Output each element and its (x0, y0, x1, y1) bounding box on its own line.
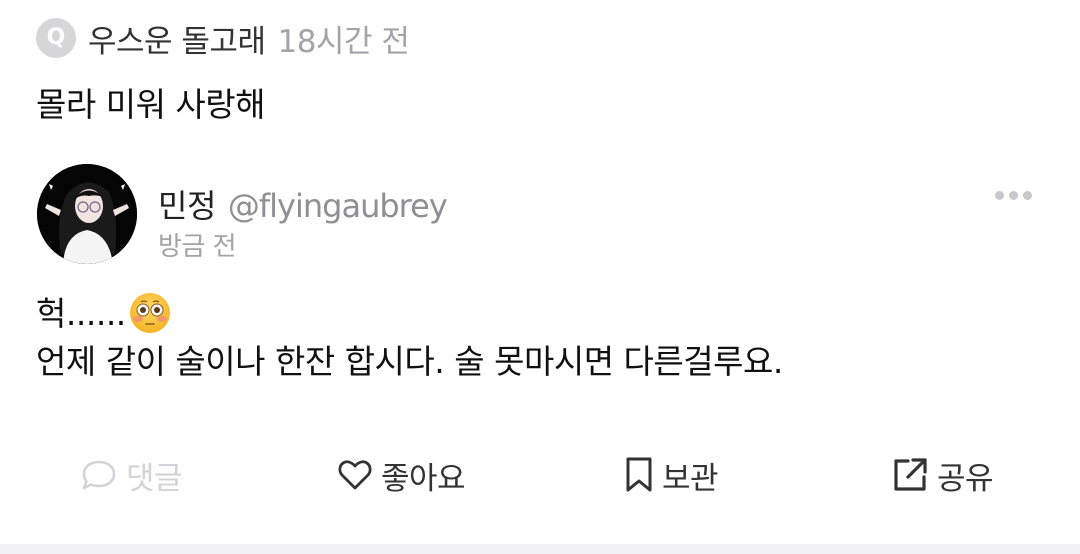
question-time: 18시간 전 (277, 23, 410, 60)
more-icon (1022, 190, 1032, 200)
more-icon (1008, 190, 1018, 200)
answer-line-2: 언제 같이 술이나 한잔 합시다. 술 못마시면 다른걸루요. (36, 342, 783, 381)
share-label: 공유 (937, 460, 994, 497)
comment-icon (82, 460, 116, 490)
share-icon (894, 458, 927, 491)
user-name[interactable]: 민정 (158, 181, 216, 227)
answer-line-1: 헉...... (36, 290, 783, 338)
question-badge-icon: Q (36, 18, 76, 58)
comment-button[interactable]: 댓글 (80, 447, 183, 503)
more-icon (994, 190, 1004, 200)
avatar[interactable] (37, 164, 137, 264)
like-button[interactable]: 좋아요 (337, 447, 466, 503)
answer-time: 방금 전 (158, 232, 237, 262)
save-label: 보관 (662, 460, 719, 497)
avatar-image (37, 164, 137, 264)
question-badge-letter: Q (46, 25, 66, 50)
bookmark-icon (626, 457, 652, 492)
action-bar: 댓글 좋아요 보관 공유 (0, 447, 1080, 503)
question-author[interactable]: 우스운 돌고래 (88, 16, 266, 61)
like-label: 좋아요 (381, 460, 466, 497)
save-button[interactable]: 보관 (624, 447, 719, 503)
flushed-face-emoji-icon (129, 293, 170, 333)
answer-line-1-text: 헉...... (36, 294, 126, 333)
post-card: Q 우스운 돌고래 18시간 전 몰라 미워 사랑해 민정 @flyingaub… (0, 0, 1080, 554)
question-header: Q 우스운 돌고래 18시간 전 (36, 16, 410, 61)
section-divider (0, 544, 1080, 554)
share-button[interactable]: 공유 (891, 447, 994, 503)
answer-author: 민정 @flyingaubrey (158, 181, 448, 227)
more-options-button[interactable] (988, 180, 1038, 210)
heart-icon (338, 460, 372, 490)
answer-body: 헉...... 언제 같이 술이나 한잔 합시다. 술 못마시면 다른걸루요. (36, 290, 783, 386)
comment-label: 댓글 (126, 460, 183, 497)
user-handle[interactable]: @flyingaubrey (228, 187, 448, 225)
question-text: 몰라 미워 사랑해 (36, 85, 266, 124)
